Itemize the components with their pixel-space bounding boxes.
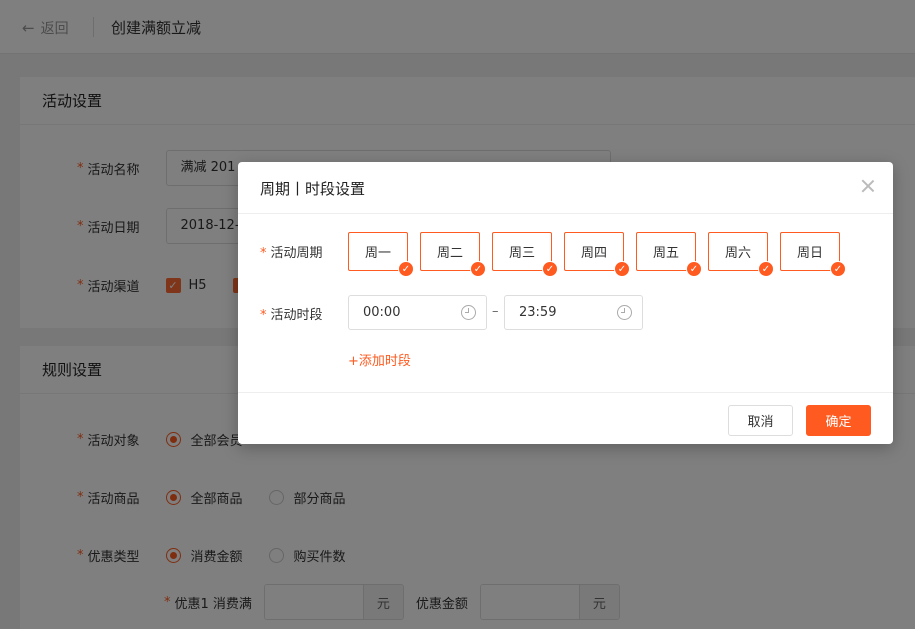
confirm-button[interactable]: 确定 bbox=[806, 405, 871, 436]
clock-icon bbox=[461, 305, 476, 320]
start-time-picker[interactable]: 00:00 bbox=[348, 295, 487, 330]
dialog-header: 周期丨时段设置 bbox=[238, 162, 893, 214]
weekday-selector: 周一 ✓ 周二 ✓ 周三 ✓ 周四 ✓ 周五 ✓ 周六 ✓ 周日 ✓ bbox=[348, 232, 852, 277]
dialog-footer: 取消 确定 bbox=[238, 392, 893, 444]
required-mark: * bbox=[260, 308, 267, 323]
check-icon: ✓ bbox=[398, 261, 414, 277]
check-icon: ✓ bbox=[758, 261, 774, 277]
start-time-value: 00:00 bbox=[363, 305, 401, 320]
day-label: 周六 bbox=[724, 246, 751, 261]
day-label: 周二 bbox=[436, 246, 463, 261]
day-label: 周三 bbox=[508, 246, 535, 261]
day-label: 周日 bbox=[796, 246, 823, 261]
day-saturday[interactable]: 周六 ✓ bbox=[708, 232, 774, 277]
field-label: 活动周期 bbox=[270, 246, 323, 261]
close-icon[interactable] bbox=[861, 179, 875, 193]
check-icon: ✓ bbox=[830, 261, 846, 277]
day-label: 周一 bbox=[364, 246, 391, 261]
day-monday[interactable]: 周一 ✓ bbox=[348, 232, 414, 277]
dialog-title: 周期丨时段设置 bbox=[260, 180, 366, 198]
cancel-button[interactable]: 取消 bbox=[728, 405, 793, 436]
day-thursday[interactable]: 周四 ✓ bbox=[564, 232, 630, 277]
check-icon: ✓ bbox=[542, 261, 558, 277]
cycle-label-row: * 活动周期 bbox=[260, 242, 323, 261]
end-time-value: 23:59 bbox=[519, 305, 557, 320]
period-label-row: * 活动时段 bbox=[260, 304, 323, 323]
end-time-picker[interactable]: 23:59 bbox=[504, 295, 643, 330]
field-label: 活动时段 bbox=[270, 308, 323, 323]
day-wednesday[interactable]: 周三 ✓ bbox=[492, 232, 558, 277]
required-mark: * bbox=[260, 246, 267, 261]
day-label: 周四 bbox=[580, 246, 607, 261]
clock-icon bbox=[617, 305, 632, 320]
add-period-link[interactable]: +添加时段 bbox=[348, 350, 411, 369]
day-sunday[interactable]: 周日 ✓ bbox=[780, 232, 846, 277]
check-icon: ✓ bbox=[470, 261, 486, 277]
check-icon: ✓ bbox=[614, 261, 630, 277]
day-label: 周五 bbox=[652, 246, 679, 261]
check-icon: ✓ bbox=[686, 261, 702, 277]
day-friday[interactable]: 周五 ✓ bbox=[636, 232, 702, 277]
time-separator: – bbox=[492, 304, 499, 319]
period-settings-dialog: 周期丨时段设置 * 活动周期 周一 ✓ 周二 ✓ 周三 ✓ 周四 ✓ 周五 ✓ 周六 ✓ 周日… bbox=[238, 162, 893, 444]
day-tuesday[interactable]: 周二 ✓ bbox=[420, 232, 486, 277]
